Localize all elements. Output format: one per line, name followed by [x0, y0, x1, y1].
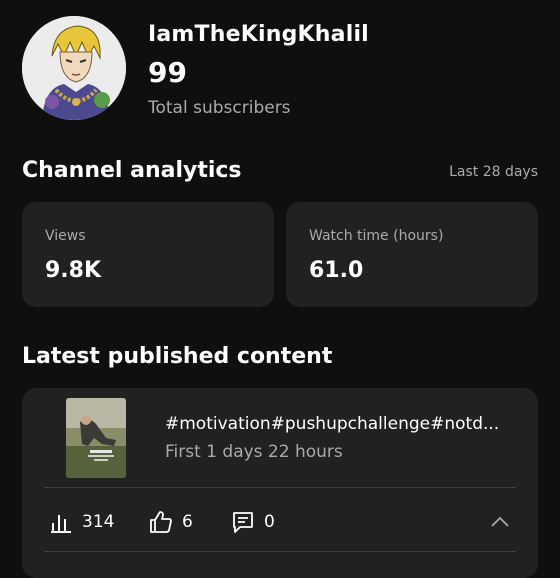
analytics-title: Channel analytics	[22, 158, 242, 183]
latest-content-title: Latest published content	[22, 344, 333, 369]
collapse-button[interactable]	[488, 510, 512, 534]
watch-time-label: Watch time (hours)	[309, 228, 444, 244]
views-label: Views	[45, 228, 86, 244]
analytics-bars-icon	[48, 509, 74, 535]
video-age: First 1 days 22 hours	[165, 442, 343, 462]
video-likes-metric: 6	[148, 508, 193, 536]
watch-time-value: 61.0	[309, 258, 364, 283]
avatar-image	[22, 16, 126, 120]
video-likes-count: 6	[182, 512, 193, 532]
divider	[44, 551, 516, 552]
chevron-up-icon	[491, 516, 509, 527]
views-card[interactable]: Views 9.8K	[22, 202, 274, 307]
video-title[interactable]: #motivation#pushupchallenge#notd...	[165, 414, 499, 434]
video-thumbnail[interactable]	[66, 398, 126, 478]
comment-icon	[230, 509, 256, 535]
video-views-count: 314	[82, 512, 115, 532]
thumbnail-image	[66, 398, 126, 478]
views-value: 9.8K	[45, 258, 102, 283]
thumbs-up-icon	[148, 509, 174, 535]
subscriber-count: 99	[148, 56, 187, 89]
watch-time-card[interactable]: Watch time (hours) 61.0	[286, 202, 538, 307]
subscriber-label: Total subscribers	[148, 98, 291, 118]
analytics-range: Last 28 days	[449, 164, 538, 180]
channel-header: IamTheKingKhalil 99 Total subscribers	[22, 14, 542, 124]
video-comments-metric: 0	[230, 508, 275, 536]
latest-content-card[interactable]: #motivation#pushupchallenge#notd... Firs…	[22, 388, 538, 578]
channel-avatar[interactable]	[22, 16, 126, 120]
channel-name: IamTheKingKhalil	[148, 22, 369, 47]
video-views-metric: 314	[48, 508, 114, 536]
video-comments-count: 0	[264, 512, 275, 532]
divider	[44, 487, 516, 488]
